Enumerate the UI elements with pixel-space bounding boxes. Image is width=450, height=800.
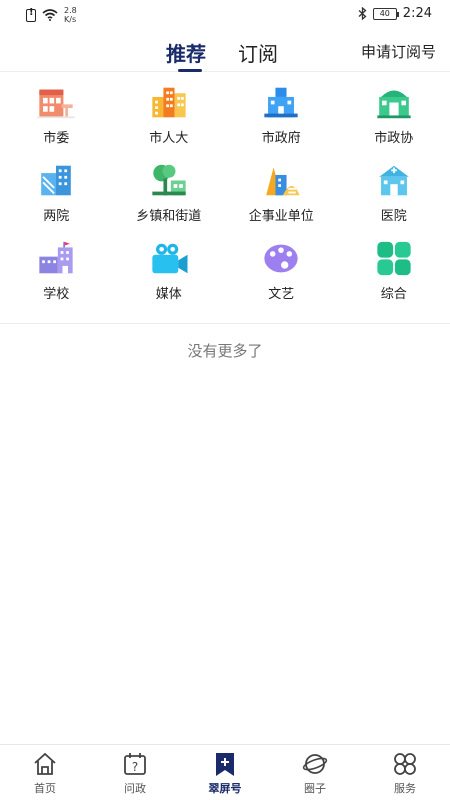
bookmark-plus-icon [216, 753, 234, 776]
palette-icon [264, 244, 298, 273]
category-two-courts[interactable]: 两院 [0, 162, 113, 224]
category-towns-streets[interactable]: 乡镇和街道 [113, 162, 226, 224]
category-arts[interactable]: 文艺 [225, 240, 338, 302]
speed-unit: K/s [64, 15, 77, 24]
category-label: 市政府 [261, 131, 301, 146]
nav-label: 翠屏号 [208, 782, 242, 795]
category-label: 医院 [380, 209, 407, 224]
active-tab-indicator [178, 69, 202, 72]
no-more-message: 没有更多了 [187, 342, 263, 360]
clock: 2:24 [402, 6, 432, 21]
nav-label: 首页 [34, 782, 56, 795]
grid-squares-icon [377, 241, 411, 276]
status-left: 2.8 K/s [26, 6, 77, 24]
calendar-question-icon: ? [124, 753, 146, 775]
school-icon [39, 241, 73, 274]
tab-recommend[interactable]: 推荐 [166, 38, 206, 72]
status-bar: 2.8 K/s 40 2:24 [0, 0, 450, 28]
tab-recommend-label: 推荐 [166, 42, 206, 66]
nav-cuiping[interactable]: 翠屏号 [180, 745, 270, 800]
sim-alert-icon [26, 7, 36, 22]
home-icon [34, 752, 56, 775]
category-city-government[interactable]: 市政府 [225, 84, 338, 146]
nav-label: 问政 [124, 782, 146, 795]
nav-services[interactable]: 服务 [360, 745, 450, 800]
category-label: 媒体 [155, 287, 182, 302]
video-camera-icon [152, 243, 188, 274]
category-label: 市政协 [374, 131, 414, 146]
conference-hall-icon [377, 90, 411, 119]
section-divider [0, 323, 450, 324]
wifi-icon [42, 9, 58, 21]
nav-inquiry[interactable]: ? 问政 [90, 745, 180, 800]
nav-home[interactable]: 首页 [0, 745, 90, 800]
network-speed: 2.8 K/s [64, 6, 77, 24]
category-label: 两院 [43, 209, 70, 224]
tab-subscribe[interactable]: 订阅 [238, 38, 278, 67]
category-general[interactable]: 综合 [338, 240, 450, 302]
city-committee-icon [37, 89, 75, 119]
four-leaf-icon [394, 753, 416, 775]
svg-text:?: ? [132, 760, 138, 774]
category-label: 学校 [43, 287, 70, 302]
category-label: 企事业单位 [248, 209, 314, 224]
category-label: 市人大 [149, 131, 189, 146]
enterprise-icon [266, 167, 300, 196]
government-building-icon [264, 87, 298, 118]
category-label: 文艺 [268, 287, 295, 302]
battery-icon: 40 [372, 7, 399, 20]
category-hospitals[interactable]: 医院 [338, 162, 450, 224]
category-city-congress[interactable]: 市人大 [113, 84, 226, 146]
buildings-icon [152, 87, 186, 118]
nav-circle[interactable]: 圈子 [270, 745, 360, 800]
status-right: 40 2:24 [358, 6, 432, 21]
category-schools[interactable]: 学校 [0, 240, 113, 302]
top-header: 推荐 订阅 申请订阅号 [0, 28, 450, 72]
hospital-icon [378, 165, 409, 196]
nav-label: 服务 [394, 782, 416, 795]
category-grid: 市委 市人大 市政府 市政协 两院 乡镇和街道 企事业单位 医院 学校 媒体 文… [0, 84, 450, 302]
category-city-cppcc[interactable]: 市政协 [338, 84, 450, 146]
apply-subscription-link[interactable]: 申请订阅号 [361, 41, 436, 62]
category-city-committee[interactable]: 市委 [0, 84, 113, 146]
category-label: 乡镇和街道 [136, 209, 202, 224]
category-media[interactable]: 媒体 [113, 240, 226, 302]
category-label: 市委 [43, 131, 70, 146]
town-street-icon [152, 164, 186, 196]
bluetooth-icon [358, 7, 367, 20]
bottom-nav: 首页 ? 问政 翠屏号 圈子 服务 [0, 744, 450, 800]
category-label: 综合 [380, 287, 407, 302]
speed-value: 2.8 [64, 6, 77, 15]
nav-label: 圈子 [304, 782, 326, 795]
court-buildings-icon [41, 165, 72, 196]
planet-icon [302, 754, 328, 774]
category-enterprises[interactable]: 企事业单位 [225, 162, 338, 224]
